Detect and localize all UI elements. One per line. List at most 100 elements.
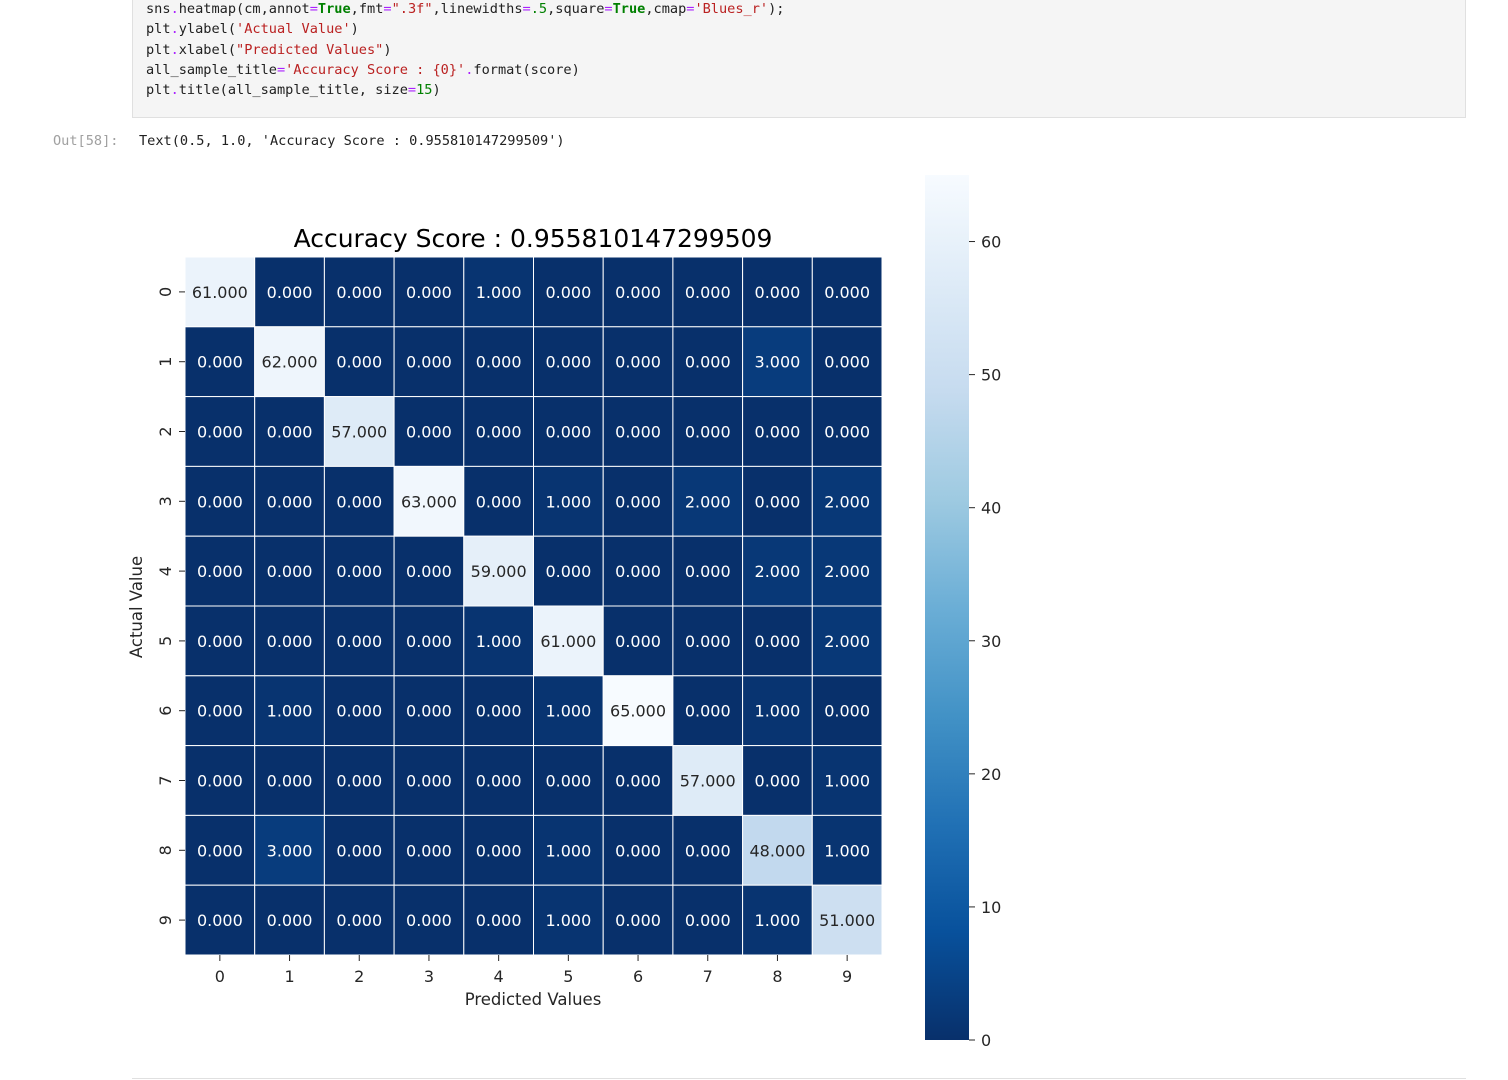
x-tick-label: 4 [494,967,504,986]
cell-annotation: 0.000 [406,911,452,930]
cell-annotation: 0.000 [267,562,313,581]
cell-annotation: 0.000 [476,841,522,860]
cell-annotation: 0.000 [755,423,801,442]
y-tick-label: 1 [156,357,175,367]
cell-annotation: 59.000 [471,562,527,581]
cell-annotation: 0.000 [755,772,801,791]
cell-annotation: 0.000 [197,562,243,581]
cell-annotation: 0.000 [824,423,870,442]
cell-annotation: 0.000 [336,283,382,302]
y-tick-label: 9 [156,915,175,925]
y-axis-label: Actual Value [127,556,146,658]
colorbar-tick-label: 40 [981,499,1001,518]
cell-annotation: 1.000 [545,841,591,860]
y-tick-label: 4 [156,566,175,576]
cell-annotation: 0.000 [406,423,452,442]
cell-annotation: 1.000 [824,772,870,791]
cell-annotation: 0.000 [755,283,801,302]
cell-annotation: 0.000 [336,841,382,860]
cell-annotation: 2.000 [824,632,870,651]
x-tick-label: 7 [703,967,713,986]
cell-annotation: 0.000 [197,841,243,860]
cell-annotation: 61.000 [540,632,596,651]
cell-annotation: 0.000 [197,772,243,791]
cell-annotation: 0.000 [545,423,591,442]
cell-annotation: 0.000 [476,772,522,791]
cell-annotation: 2.000 [824,492,870,511]
cell-annotation: 0.000 [615,841,661,860]
cell-annotation: 0.000 [615,632,661,651]
cell-annotation: 0.000 [336,353,382,372]
cell-annotation: 0.000 [406,841,452,860]
cell-annotation: 57.000 [331,423,387,442]
cell-annotation: 0.000 [685,423,731,442]
cell-annotation: 0.000 [336,492,382,511]
cell-annotation: 0.000 [336,632,382,651]
cell-annotation: 62.000 [262,353,318,372]
cell-annotation: 0.000 [406,283,452,302]
cell-annotation: 0.000 [824,353,870,372]
confusion-matrix-heatmap: Accuracy Score : 0.955810147299509 61.00… [127,175,1001,1050]
cell-annotation: 2.000 [755,562,801,581]
x-tick-label: 9 [842,967,852,986]
cell-annotation: 0.000 [406,353,452,372]
colorbar-tick-label: 50 [981,366,1001,385]
cell-annotation: 0.000 [615,562,661,581]
cell-annotation: 0.000 [406,562,452,581]
x-tick-label: 1 [284,967,294,986]
cell-annotation: 0.000 [755,492,801,511]
cell-annotation: 0.000 [197,702,243,721]
cell-annotation: 48.000 [749,841,805,860]
x-tick-label: 8 [772,967,782,986]
colorbar-tick-label: 60 [981,233,1001,252]
cell-annotation: 0.000 [615,283,661,302]
x-axis-ticks: 0 1 2 3 4 5 6 7 8 9 [215,955,852,986]
cell-annotation: 1.000 [824,841,870,860]
cell-annotation: 61.000 [192,283,248,302]
cell-annotation: 0.000 [336,772,382,791]
cell-annotation: 0.000 [336,562,382,581]
cell-annotation: 0.000 [615,353,661,372]
colorbar-tick-label: 10 [981,898,1001,917]
cell-annotation: 0.000 [685,911,731,930]
x-tick-label: 0 [215,967,225,986]
x-axis-label: Predicted Values [465,990,602,1009]
cell-annotation: 0.000 [476,702,522,721]
y-axis-ticks: 0 1 2 3 4 5 6 7 8 9 [156,287,185,925]
x-tick-label: 2 [354,967,364,986]
cell-annotation: 1.000 [545,911,591,930]
y-tick-label: 8 [156,845,175,855]
cell-annotation: 2.000 [685,492,731,511]
cell-annotation: 0.000 [267,772,313,791]
cell-annotation: 0.000 [545,772,591,791]
cell-annotation: 3.000 [755,353,801,372]
cell-annotation: 0.000 [336,911,382,930]
cell-annotation: 0.000 [545,283,591,302]
cell-annotation: 0.000 [615,492,661,511]
x-tick-label: 5 [563,967,573,986]
colorbar-ticks: 0 10 20 30 40 50 60 [969,233,1001,1050]
cell-annotation: 0.000 [615,911,661,930]
cell-annotation: 0.000 [545,562,591,581]
cell-annotation: 1.000 [476,283,522,302]
cell-annotation: 1.000 [755,911,801,930]
colorbar-tick-label: 20 [981,765,1001,784]
cell-annotation: 51.000 [819,911,875,930]
cell-annotation: 0.000 [824,283,870,302]
cell-annotation: 0.000 [197,353,243,372]
cell-annotation: 0.000 [476,423,522,442]
cell-annotation: 2.000 [824,562,870,581]
cell-annotation: 0.000 [685,283,731,302]
colorbar-tick-label: 30 [981,632,1001,651]
cell-annotation: 0.000 [406,772,452,791]
x-tick-label: 6 [633,967,643,986]
y-tick-label: 3 [156,496,175,506]
cell-annotation: 1.000 [755,702,801,721]
cell-annotation: 1.000 [545,702,591,721]
cell-annotation: 0.000 [755,632,801,651]
cell-annotation: 0.000 [476,492,522,511]
y-tick-label: 2 [156,426,175,436]
cell-annotation: 0.000 [476,911,522,930]
cell-annotation: 0.000 [824,702,870,721]
y-tick-label: 5 [156,636,175,646]
